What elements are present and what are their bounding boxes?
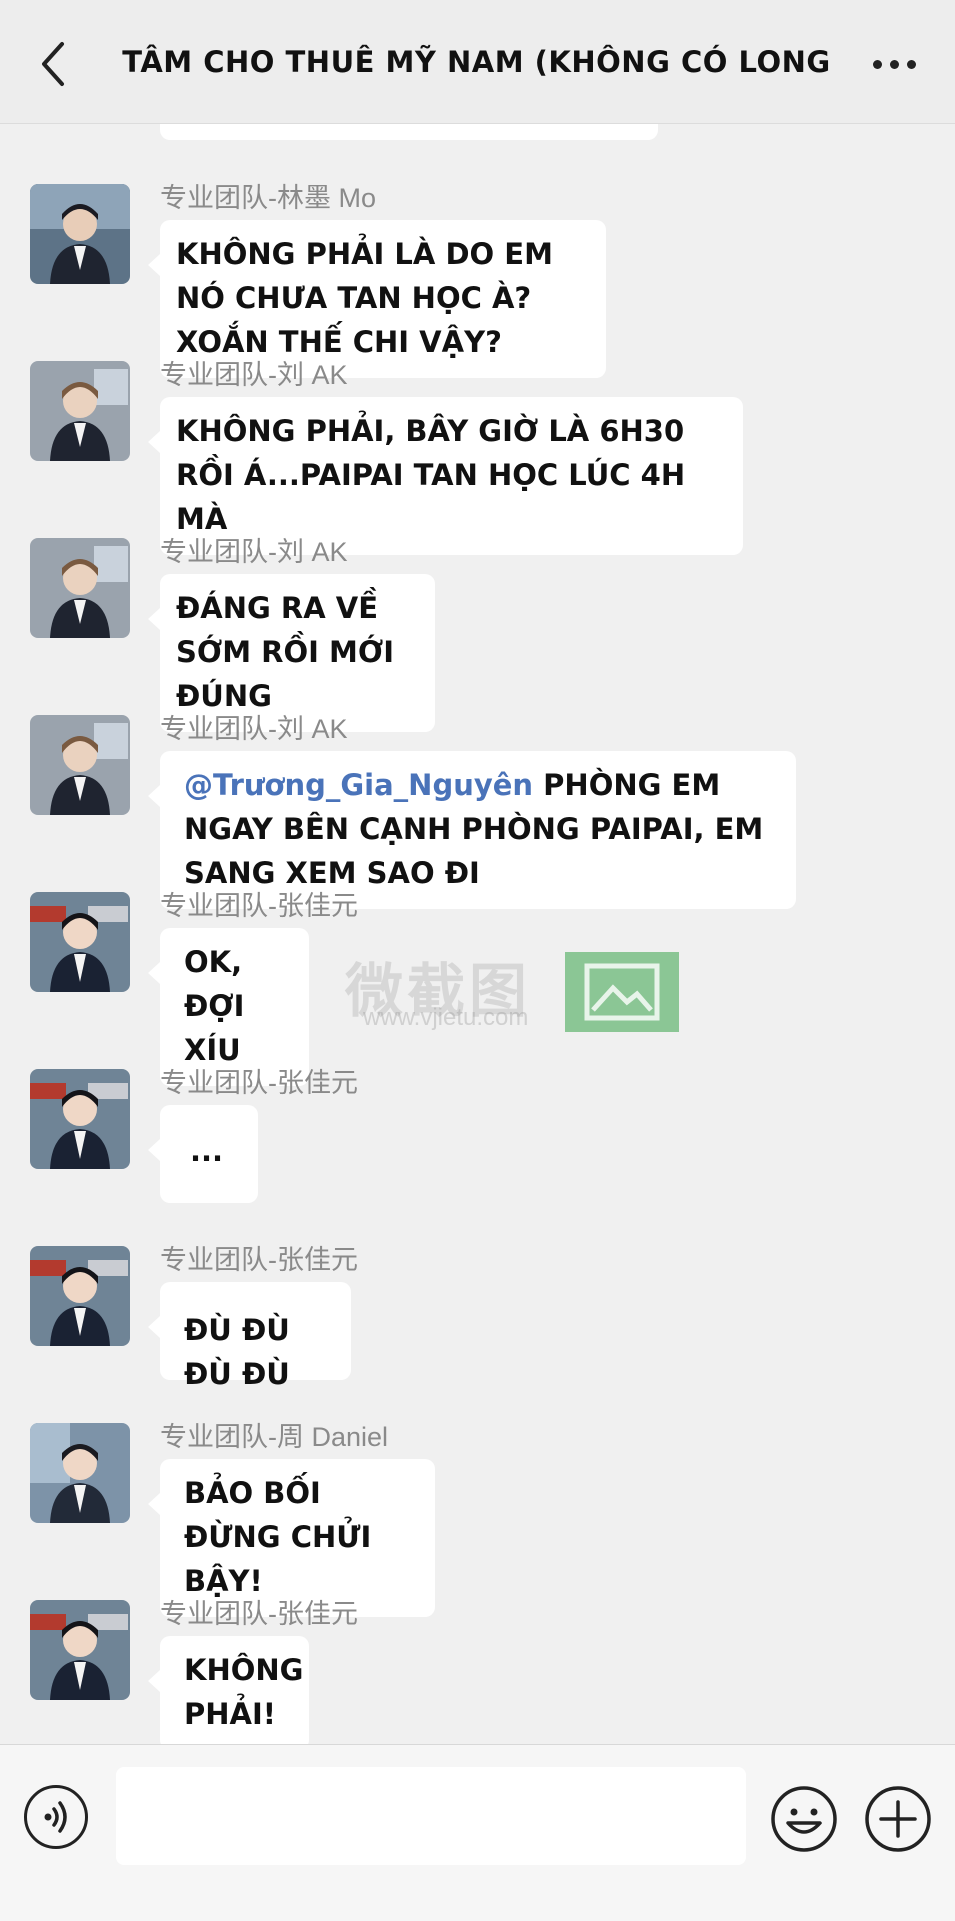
chevron-left-icon [42, 42, 64, 86]
emoji-icon [771, 1786, 837, 1852]
sender-name: 专业团队-张佳元 [160, 891, 358, 921]
more-options-button[interactable] [859, 46, 929, 82]
more-dots-icon [872, 59, 882, 69]
message-bubble[interactable]: Đù đù đù đù [148, 1282, 351, 1391]
watermark: 微截图 www.vjietu.com [345, 944, 685, 1040]
input-bar [0, 1744, 955, 1921]
message-text: Không phải, bây giờ là 6h30 rồi á...Paip… [176, 414, 686, 536]
message-text: Không phải! [184, 1653, 304, 1731]
voice-icon [44, 1801, 67, 1833]
emoji-button[interactable] [770, 1785, 838, 1853]
avatar[interactable] [30, 184, 130, 284]
sender-name: 专业团队-张佳元 [160, 1068, 358, 1098]
sender-name: 专业团队-刘 AK [160, 360, 348, 390]
partial-message-bubble [160, 124, 658, 140]
message-list[interactable]: 专业团队-林墨 Mo Không phải là do em nó chưa t… [0, 124, 955, 1744]
watermark-url: www.vjietu.com [363, 1004, 529, 1031]
sender-name: 专业团队-刘 AK [160, 537, 348, 567]
mention-link[interactable]: @Trương_Gia_Nguyên [184, 768, 533, 802]
sender-name: 专业团队-刘 AK [160, 714, 348, 744]
message-text: ... [190, 1134, 224, 1168]
message-text: Không phải là do em nó chưa tan học à? X… [176, 237, 553, 359]
avatar[interactable] [30, 892, 130, 992]
avatar[interactable] [30, 1069, 130, 1169]
message-input[interactable] [116, 1767, 746, 1865]
avatar[interactable] [30, 1423, 130, 1523]
avatar[interactable] [30, 361, 130, 461]
chat-title: Trung tâm cho thuê mỹ nam (không có Long… [110, 45, 835, 79]
avatar[interactable] [30, 538, 130, 638]
message-text: Bảo bối đừng chửi bậy! [184, 1476, 372, 1598]
watermark-text: 微截图 [345, 959, 532, 1024]
message-text: Đáng ra về sớm rồi mới đúng [176, 591, 395, 713]
chat-header: Trung tâm cho thuê mỹ nam (không có Long… [0, 0, 955, 124]
plus-button[interactable] [864, 1785, 932, 1853]
voice-button[interactable] [24, 1785, 88, 1849]
sender-name: 专业团队-林墨 Mo [160, 183, 376, 213]
avatar[interactable] [30, 715, 130, 815]
back-button[interactable] [28, 36, 78, 92]
message-bubble[interactable]: Không phải! [148, 1636, 309, 1744]
message-text: Đù đù đù đù [184, 1313, 290, 1391]
watermark-image-icon [565, 952, 679, 1032]
avatar[interactable] [30, 1600, 130, 1700]
sender-name: 专业团队-周 Daniel [160, 1422, 389, 1452]
message-bubble[interactable]: ... [148, 1105, 258, 1203]
sender-name: 专业团队-张佳元 [160, 1599, 358, 1629]
message-text: Ok, đợi xíu [184, 945, 245, 1067]
plus-icon [865, 1786, 931, 1852]
sender-name: 专业团队-张佳元 [160, 1245, 358, 1275]
avatar[interactable] [30, 1246, 130, 1346]
